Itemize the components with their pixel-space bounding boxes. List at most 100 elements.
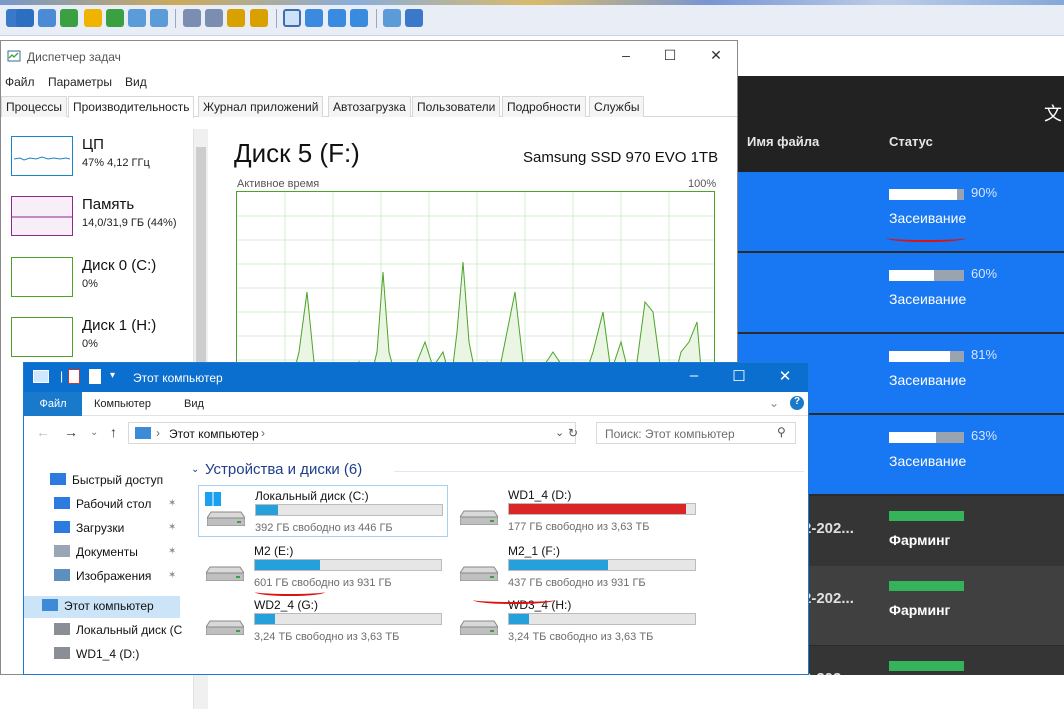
close-button[interactable]: ✕ [705,47,727,67]
nav-item[interactable]: Локальный диск (C [54,623,182,637]
properties-icon[interactable] [68,369,80,384]
drive-item[interactable]: M2 (E:) 601 ГБ свободно из 931 ГБ [198,541,448,593]
status-label: Засеивание [889,372,967,388]
computer-icon [33,370,49,383]
progress-fill [889,270,934,281]
tab-services[interactable]: Службы [589,96,645,117]
resource-memory[interactable]: Память 14,0/31,9 ГБ (44%) [11,196,193,256]
pin-icon[interactable]: ✶ [168,570,176,581]
collapse-chevron-icon[interactable]: ⌄ [191,464,199,475]
plot-row[interactable]: 60% Засеивание [737,253,1064,332]
chevron-right-icon[interactable]: › [261,426,265,440]
quick-access-dropdown-icon[interactable]: ▾ [110,370,115,381]
nav-item[interactable]: Документы [54,545,138,559]
tab-details[interactable]: Подробности [502,96,586,117]
nav-item[interactable]: Рабочий стол [54,497,151,511]
lock-icon[interactable] [227,9,245,27]
new-folder-icon[interactable] [89,369,101,384]
window-icon[interactable] [350,9,368,27]
upload-icon[interactable] [183,9,201,27]
forward-arrow-icon[interactable]: → [64,424,78,440]
resource-disk-0[interactable]: Диск 0 (C:) 0% [11,257,193,317]
tab-performance[interactable]: Производительность [68,96,195,118]
drive-item[interactable]: Локальный диск (C:) 392 ГБ свободно из 44… [198,485,448,537]
window-title: Этот компьютер [133,371,223,385]
network-icon[interactable] [106,9,124,27]
translate-icon[interactable]: 文 [1044,100,1062,126]
status-label: Засеивание [889,210,967,226]
recent-dropdown-icon[interactable]: ⌄ [90,427,98,438]
progress-bar [889,432,964,443]
drive-item[interactable]: WD1_4 (D:) 177 ГБ свободно из 3,63 ТБ [452,485,702,537]
drive-item[interactable]: WD2_4 (G:) 3,24 ТБ свободно из 3,63 ТБ [198,595,448,647]
nav-item-label: WD1_4 (D:) [76,647,140,661]
tab-startup[interactable]: Автозагрузка [328,96,411,117]
toolbar-separator [276,9,277,28]
ribbon-file-tab[interactable]: Файл [24,392,82,416]
pin-icon[interactable]: ✶ [168,498,176,509]
documents-icon [54,545,70,557]
graph-max: 100% [688,178,717,190]
menu-view[interactable]: Вид [125,75,147,89]
search-icon[interactable]: ⚲ [777,425,786,439]
nav-item[interactable]: WD1_4 (D:) [54,647,139,661]
minimize-button[interactable]: – [615,47,637,67]
drive-usage-bar [254,559,442,571]
table-header: 文 Имя файла Статус [737,76,1064,172]
phone-icon[interactable] [128,9,146,27]
toolbar-decoration [0,0,1064,5]
column-filename[interactable]: Имя файла [747,134,819,149]
fullscreen-icon[interactable] [305,9,323,27]
maximize-button[interactable]: ☐ [659,47,681,67]
search-input[interactable]: Поиск: Этот компьютер ⚲ [596,422,796,444]
ribbon-expand-icon[interactable]: ⌄ [769,396,779,410]
minimize-button[interactable]: – [679,367,709,384]
maximize-button[interactable]: ☐ [724,367,754,385]
nav-item[interactable]: Загрузки [54,521,124,535]
chat-icon[interactable] [150,9,168,27]
progress-percent: 63% [971,428,998,443]
nav-item[interactable]: Быстрый доступ [50,473,163,487]
disk-title: Диск 5 (F:) [234,138,360,168]
copy-icon[interactable] [383,9,401,27]
monitor-icon[interactable] [16,9,34,27]
pin-icon[interactable]: ✶ [168,546,176,557]
windows-logo-icon [205,492,221,506]
monitor-icon[interactable] [38,9,56,27]
tree-icon[interactable] [205,9,223,27]
refresh-icon[interactable]: ↻ [568,426,578,440]
devices-section-title[interactable]: Устройства и диски (6) [205,461,362,478]
search-placeholder: Поиск: Этот компьютер [605,427,735,441]
help-icon[interactable]: ? [790,396,804,410]
tab-app-history[interactable]: Журнал приложений [198,96,324,117]
window-title: Диспетчер задач [27,50,121,64]
address-input[interactable]: › Этот компьютер › ⌄ [128,422,576,444]
progress-percent: 60% [971,266,998,281]
up-arrow-icon[interactable]: ↑ [110,424,117,440]
nav-item[interactable]: Изображения [54,569,151,583]
window-icon[interactable] [328,9,346,27]
task-manager-icon [7,50,21,62]
menu-options[interactable]: Параметры [48,75,112,89]
address-dropdown-icon[interactable]: ⌄ [555,426,564,439]
tools-icon[interactable] [405,9,423,27]
ribbon-computer-tab[interactable]: Компьютер [94,398,151,410]
lock-open-icon[interactable] [250,9,268,27]
ribbon-view-tab[interactable]: Вид [184,398,204,410]
drive-item[interactable]: M2_1 (F:) 437 ГБ свободно из 931 ГБ [452,541,702,593]
back-arrow-icon[interactable]: ← [36,424,50,440]
tab-processes[interactable]: Процессы [1,96,68,117]
star-icon [50,473,66,485]
sync-arrows-icon[interactable] [60,9,78,27]
close-button[interactable]: ✕ [770,367,800,385]
nav-item[interactable]: Этот компьютер [42,599,154,613]
drive-usage-fill [256,505,279,515]
resource-value: 0% [82,278,98,290]
menu-file[interactable]: Файл [5,75,35,89]
pin-icon[interactable]: ✶ [168,522,176,533]
column-status[interactable]: Статус [889,134,933,149]
tab-users[interactable]: Пользователи [412,96,501,117]
resource-cpu[interactable]: ЦП 47% 4,12 ГГц [11,136,193,196]
warning-icon[interactable] [84,9,102,27]
window-mode-icon[interactable] [283,9,301,27]
